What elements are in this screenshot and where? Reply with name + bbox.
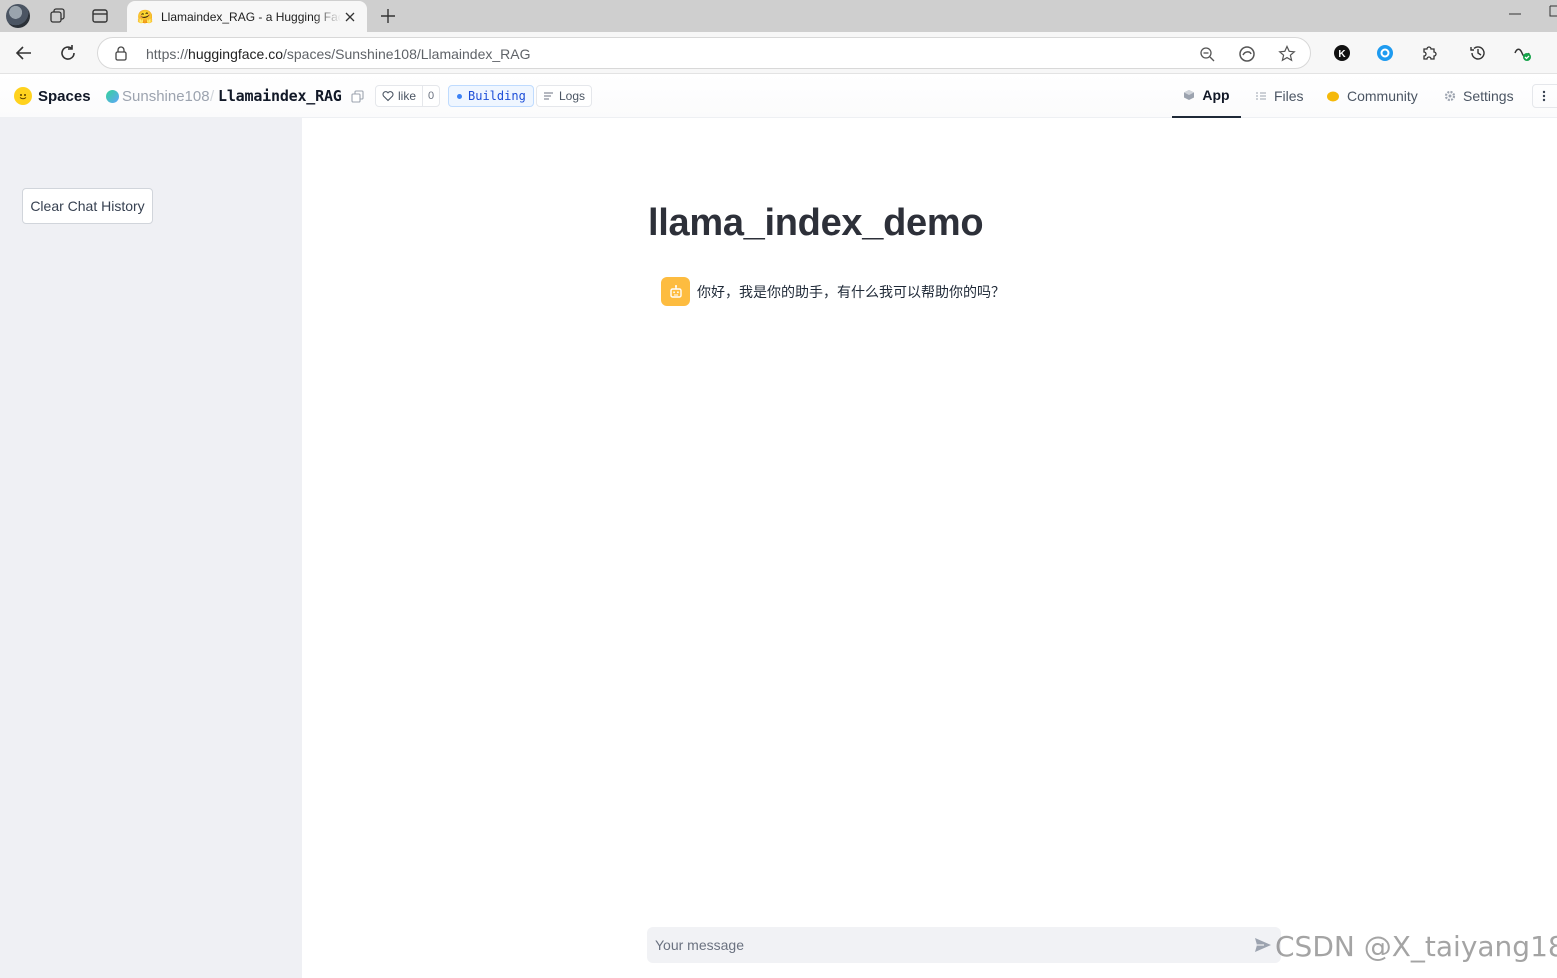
hf-header: Spaces Sunshine108 / Llamaindex_RAG like…: [0, 74, 1557, 118]
hf-favicon: 🤗: [137, 8, 154, 24]
tab-title: Llamaindex_RAG - a Hugging Face Space by…: [161, 9, 341, 24]
community-icon: [1327, 91, 1339, 102]
tab-app-label: App: [1202, 87, 1230, 103]
svg-text:K: K: [1338, 49, 1346, 60]
like-label: like: [398, 89, 417, 103]
app-sidebar: Clear Chat History: [0, 118, 302, 978]
tab-app[interactable]: App: [1172, 74, 1241, 118]
like-count: 0: [422, 86, 439, 106]
close-icon[interactable]: [341, 8, 359, 26]
status-dot-icon: [457, 93, 462, 99]
star-icon[interactable]: [1277, 44, 1297, 64]
browser-tab-strip: 🤗 Llamaindex_RAG - a Hugging Face Space …: [0, 0, 1557, 32]
like-button[interactable]: like 0: [375, 85, 441, 107]
owner-link[interactable]: Sunshine108: [122, 88, 210, 105]
path-separator: /: [210, 88, 215, 105]
workspaces-icon[interactable]: [44, 4, 72, 28]
reload-icon[interactable]: [55, 40, 81, 66]
immersive-reader-icon[interactable]: [1237, 44, 1257, 64]
gear-icon: [1444, 90, 1456, 102]
address-bar[interactable]: https://huggingface.co/spaces/Sunshine10…: [97, 37, 1311, 69]
files-icon: [1256, 92, 1266, 100]
tab-files-label: Files: [1274, 88, 1304, 104]
back-arrow-icon[interactable]: [11, 40, 37, 66]
logs-button[interactable]: Logs: [536, 85, 593, 107]
more-options-icon[interactable]: [1532, 84, 1557, 108]
assistant-message: 你好，我是你的助手，有什么我可以帮助你的吗？: [697, 285, 1005, 301]
active-tab[interactable]: 🤗 Llamaindex_RAG - a Hugging Face Space …: [127, 1, 367, 32]
puzzle-icon[interactable]: [1416, 40, 1442, 66]
performance-icon[interactable]: [1509, 40, 1535, 66]
zoom-out-icon[interactable]: [1197, 44, 1217, 64]
url-host: huggingface.co: [188, 46, 283, 62]
message-composer: [647, 927, 1281, 963]
k-extension-icon[interactable]: K: [1329, 40, 1355, 66]
clear-chat-history-button[interactable]: Clear Chat History: [22, 188, 153, 224]
status-text: Building: [468, 89, 526, 103]
tab-community-label: Community: [1347, 88, 1418, 104]
robot-icon: [669, 284, 682, 298]
cube-icon: [1184, 90, 1195, 100]
message-input[interactable]: [647, 927, 1243, 963]
tab-files[interactable]: Files: [1255, 74, 1304, 118]
profile-avatar[interactable]: [4, 4, 32, 28]
repo-name[interactable]: Llamaindex_RAG: [218, 87, 342, 105]
minimize-icon[interactable]: [1505, 4, 1525, 24]
owner-avatar: [106, 90, 119, 103]
blue-extension-icon[interactable]: [1372, 40, 1398, 66]
page-title: llama_index_demo: [648, 202, 984, 244]
history-icon[interactable]: [1465, 40, 1491, 66]
heart-icon: [382, 91, 394, 102]
logs-icon: [544, 91, 553, 100]
tab-settings-label: Settings: [1463, 88, 1514, 104]
assistant-avatar: [661, 277, 690, 306]
logs-label: Logs: [559, 89, 586, 103]
tab-settings[interactable]: Settings: [1444, 74, 1514, 118]
browser-toolbar: https://huggingface.co/spaces/Sunshine10…: [0, 32, 1557, 74]
hf-logo-icon[interactable]: [14, 87, 32, 105]
tab-community[interactable]: Community: [1326, 74, 1418, 118]
url-prefix: https://: [146, 46, 189, 62]
tab-actions-icon[interactable]: [86, 4, 114, 28]
app-main: llama_index_demo 你好，我是你的助手，有什么我可以帮助你的吗？: [302, 118, 1557, 978]
status-badge: Building: [448, 85, 534, 107]
url-path: /spaces/Sunshine108/Llamaindex_RAG: [283, 46, 531, 62]
maximize-icon[interactable]: [1549, 4, 1557, 24]
copy-icon[interactable]: [351, 90, 364, 103]
lock-icon[interactable]: [113, 45, 129, 61]
plus-icon[interactable]: [376, 4, 400, 28]
url-text[interactable]: https://huggingface.co/spaces/Sunshine10…: [146, 46, 531, 62]
spaces-link[interactable]: Spaces: [38, 88, 91, 105]
send-icon[interactable]: [1252, 934, 1274, 956]
